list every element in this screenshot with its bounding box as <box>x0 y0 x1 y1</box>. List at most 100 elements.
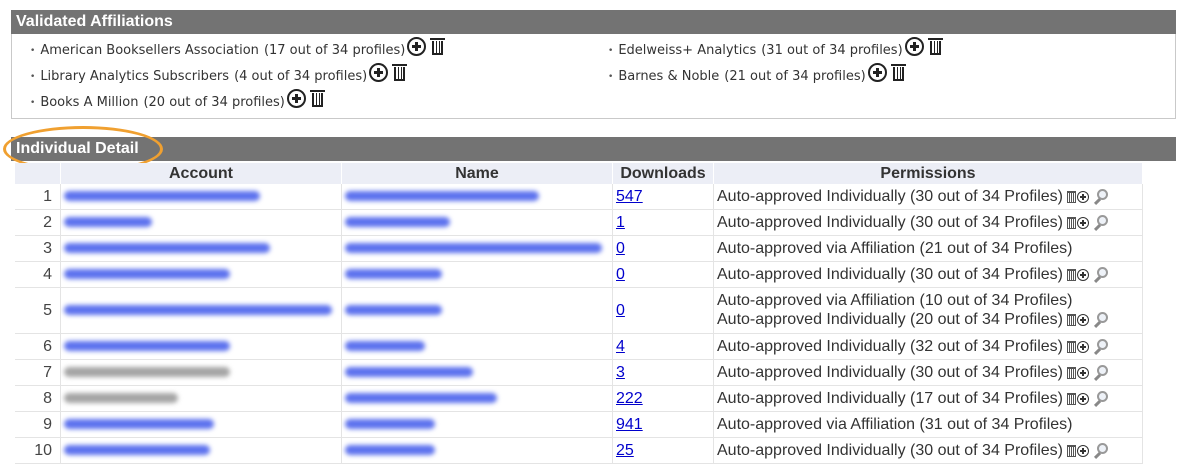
column-header-account[interactable]: Account <box>60 163 342 184</box>
downloads-cell: 4 <box>612 333 714 360</box>
validated-affiliations-title: Validated Affiliations <box>16 13 173 30</box>
account-link-blurred[interactable] <box>64 445 210 456</box>
add-icon[interactable] <box>1076 340 1089 353</box>
name-link-blurred[interactable] <box>345 305 442 316</box>
permission-text: Auto-approved Individually (30 out of 34… <box>717 441 1063 459</box>
trash-icon[interactable] <box>927 38 943 55</box>
add-icon[interactable] <box>1076 392 1089 405</box>
column-header-permissions[interactable]: Permissions <box>713 163 1143 184</box>
row-number: 9 <box>15 411 61 438</box>
name-link-blurred[interactable] <box>345 191 539 202</box>
column-header-downloads[interactable]: Downloads <box>612 163 714 184</box>
downloads-link[interactable]: 0 <box>616 240 625 257</box>
add-icon[interactable] <box>369 63 389 82</box>
account-link-blurred[interactable] <box>64 243 270 254</box>
name-cell[interactable] <box>341 287 613 334</box>
table-row: 5 0 Auto-approved via Affiliation (10 out … <box>15 287 1143 334</box>
add-icon[interactable] <box>867 63 887 82</box>
magnifier-icon[interactable] <box>1093 188 1111 206</box>
add-icon[interactable] <box>286 89 306 108</box>
name-link-blurred[interactable] <box>345 243 602 254</box>
downloads-link[interactable]: 547 <box>616 188 643 205</box>
name-link-blurred[interactable] <box>345 393 497 404</box>
downloads-link[interactable]: 0 <box>616 302 625 319</box>
name-link-blurred[interactable] <box>345 445 435 456</box>
name-cell[interactable] <box>341 359 613 386</box>
magnifier-icon[interactable] <box>1093 214 1111 232</box>
name-cell[interactable] <box>341 437 613 464</box>
trash-icon[interactable] <box>430 38 446 55</box>
account-cell[interactable] <box>60 261 342 288</box>
magnifier-icon[interactable] <box>1093 442 1111 460</box>
name-cell[interactable] <box>341 261 613 288</box>
magnifier-icon[interactable] <box>1093 338 1111 356</box>
account-cell[interactable] <box>60 184 342 210</box>
trash-icon[interactable] <box>392 64 408 81</box>
account-link-blurred[interactable] <box>64 305 332 316</box>
permission-text: Auto-approved via Affiliation (10 out of… <box>717 292 1073 310</box>
trash-icon[interactable] <box>1066 392 1076 405</box>
downloads-cell: 0 <box>612 235 714 262</box>
name-cell[interactable] <box>341 411 613 438</box>
name-cell[interactable] <box>341 209 613 236</box>
add-icon[interactable] <box>1076 366 1089 379</box>
account-cell[interactable] <box>60 209 342 236</box>
downloads-link[interactable]: 0 <box>616 266 625 283</box>
account-cell[interactable] <box>60 411 342 438</box>
downloads-link[interactable]: 222 <box>616 390 643 407</box>
permission-actions <box>1066 265 1111 284</box>
trash-icon[interactable] <box>1066 268 1076 281</box>
add-icon[interactable] <box>904 37 924 56</box>
trash-icon[interactable] <box>1066 190 1076 203</box>
row-number: 8 <box>15 385 61 412</box>
downloads-cell: 1 <box>612 209 714 236</box>
downloads-link[interactable]: 1 <box>616 214 625 231</box>
trash-icon[interactable] <box>1066 444 1076 457</box>
magnifier-icon[interactable] <box>1093 390 1111 408</box>
permissions-cell: Auto-approved Individually (30 out of 34… <box>713 359 1143 386</box>
permissions-cell: Auto-approved Individually (32 out of 34… <box>713 333 1143 360</box>
name-link-blurred[interactable] <box>345 419 435 430</box>
magnifier-icon[interactable] <box>1093 311 1111 329</box>
name-link-blurred[interactable] <box>345 269 442 280</box>
trash-icon[interactable] <box>1066 366 1076 379</box>
permission-line: Auto-approved Individually (30 out of 34… <box>717 441 1139 460</box>
downloads-link[interactable]: 4 <box>616 338 625 355</box>
name-cell[interactable] <box>341 184 613 210</box>
downloads-cell: 0 <box>612 261 714 288</box>
downloads-link[interactable]: 3 <box>616 364 625 381</box>
trash-icon[interactable] <box>309 90 325 107</box>
name-link-blurred[interactable] <box>345 341 425 352</box>
name-link-blurred[interactable] <box>345 367 473 378</box>
column-header-name[interactable]: Name <box>341 163 613 184</box>
add-icon[interactable] <box>1076 268 1089 281</box>
name-link-blurred[interactable] <box>345 217 450 228</box>
trash-icon[interactable] <box>890 64 906 81</box>
account-link-blurred[interactable] <box>64 191 260 202</box>
add-icon[interactable] <box>1076 444 1089 457</box>
add-icon[interactable] <box>1076 216 1089 229</box>
account-cell[interactable] <box>60 287 342 334</box>
add-icon[interactable] <box>1076 314 1089 327</box>
name-cell[interactable] <box>341 333 613 360</box>
downloads-link[interactable]: 941 <box>616 416 643 433</box>
affiliation-count: (20 out of 34 profiles) <box>143 95 285 110</box>
magnifier-icon[interactable] <box>1093 364 1111 382</box>
account-link-blurred[interactable] <box>64 269 230 280</box>
trash-icon[interactable] <box>1066 314 1076 327</box>
affiliation-count: (4 out of 34 profiles) <box>234 69 368 84</box>
magnifier-icon[interactable] <box>1093 266 1111 284</box>
account-link-blurred[interactable] <box>64 217 152 228</box>
account-cell[interactable] <box>60 235 342 262</box>
add-icon[interactable] <box>407 37 427 56</box>
account-link-blurred[interactable] <box>64 341 230 352</box>
trash-icon[interactable] <box>1066 216 1076 229</box>
account-cell[interactable] <box>60 333 342 360</box>
account-link-blurred[interactable] <box>64 419 214 430</box>
trash-icon[interactable] <box>1066 340 1076 353</box>
name-cell[interactable] <box>341 235 613 262</box>
downloads-link[interactable]: 25 <box>616 442 634 459</box>
add-icon[interactable] <box>1076 190 1089 203</box>
name-cell[interactable] <box>341 385 613 412</box>
account-cell[interactable] <box>60 437 342 464</box>
